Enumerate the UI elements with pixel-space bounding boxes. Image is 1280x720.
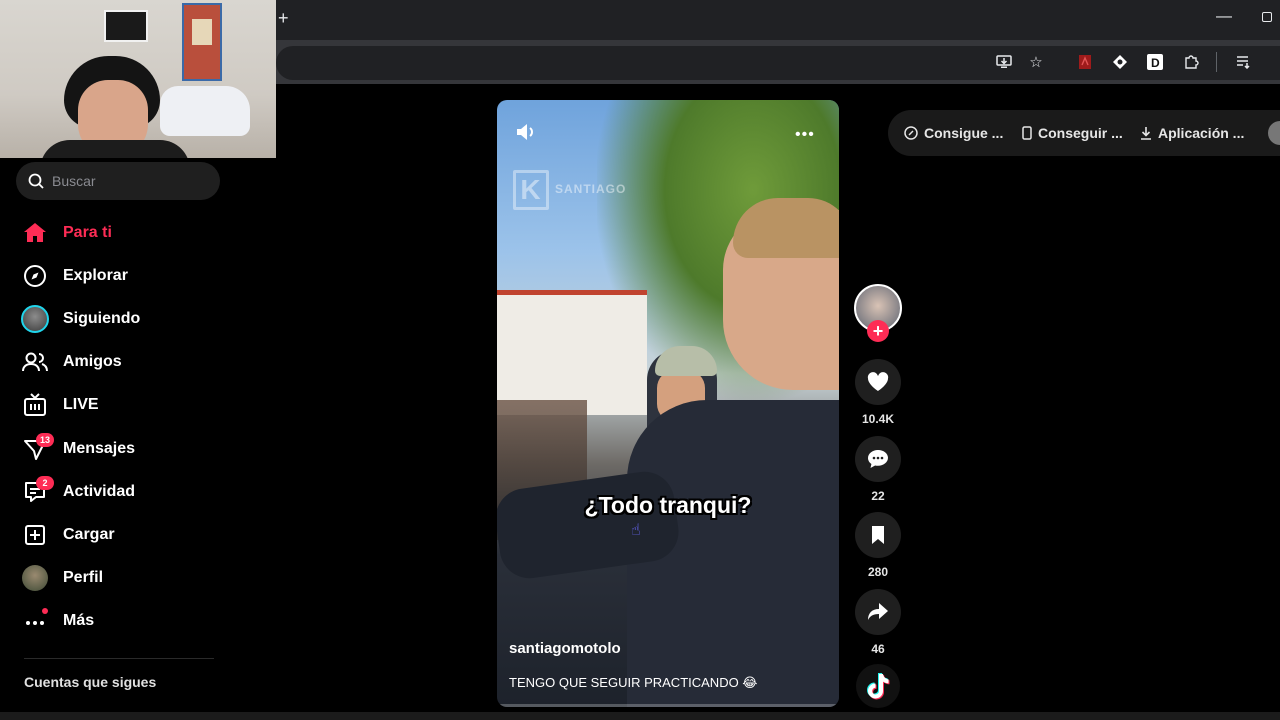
webcam-person-shirt	[40, 140, 190, 158]
hand-cursor-icon: ☝	[631, 522, 641, 539]
sidebar-divider	[24, 658, 214, 659]
video-description: TENGO QUE SEGUIR PRACTICANDO 😂	[509, 675, 758, 690]
sidebar-item-actividad[interactable]: 2 Actividad	[16, 472, 220, 512]
share-arrow-icon	[868, 603, 888, 620]
extensions-puzzle-icon[interactable]	[1181, 52, 1201, 72]
sidebar-item-siguiendo[interactable]: Siguiendo	[16, 299, 220, 339]
minimize-button[interactable]: —	[1216, 8, 1232, 28]
search-icon	[28, 173, 44, 189]
live-tv-icon	[24, 393, 46, 416]
get-coins-link[interactable]: Consigue ...	[904, 110, 1003, 156]
top-actions-bar: Consigue ... Conseguir ... Aplicación ..…	[888, 110, 1280, 156]
sidebar-item-live[interactable]: LIVE	[16, 385, 220, 425]
like-count: 10.4K	[861, 412, 895, 426]
sidebar-item-label: Mensajes	[63, 440, 136, 457]
get-app-link[interactable]: Conseguir ...	[1022, 110, 1123, 156]
sidebar-item-label: Explorar	[63, 267, 128, 284]
phone-icon	[1022, 126, 1032, 140]
video-progress-bar[interactable]	[497, 704, 839, 707]
sidebar-item-amigos[interactable]: Amigos	[16, 342, 220, 382]
comment-icon	[868, 450, 888, 468]
pdf-extension-icon[interactable]	[1075, 52, 1095, 72]
activity-badge: 2	[36, 476, 54, 490]
like-button[interactable]	[855, 359, 901, 405]
webcam-wall-poster	[182, 3, 222, 81]
webcam-overlay	[0, 0, 276, 158]
video-main-person-hair	[733, 198, 839, 258]
music-disc[interactable]	[856, 664, 900, 708]
sidebar-item-label: Más	[63, 612, 95, 629]
desktop-app-link[interactable]: Aplicación ...	[1140, 110, 1244, 156]
more-notification-dot	[42, 608, 48, 614]
reading-list-icon[interactable]	[1234, 52, 1254, 72]
download-icon	[1141, 127, 1151, 140]
coin-icon	[904, 126, 918, 140]
friends-icon	[22, 352, 48, 372]
share-count: 46	[871, 642, 885, 656]
webcam-wall-frame	[104, 10, 148, 42]
more-options-icon[interactable]: •••	[795, 126, 815, 144]
sidebar-item-label: Actividad	[63, 483, 136, 500]
volume-icon[interactable]	[515, 122, 537, 142]
maximize-button[interactable]	[1262, 12, 1272, 22]
sidebar-item-para-ti[interactable]: Para ti	[16, 213, 220, 253]
taskbar-strip	[0, 712, 1280, 720]
profile-avatar-icon	[22, 565, 48, 591]
sidebar-item-mas[interactable]: Más	[16, 601, 220, 641]
search-box[interactable]	[16, 162, 220, 200]
sidebar-item-label: LIVE	[63, 396, 99, 413]
sidebar-item-label: Cargar	[63, 526, 115, 543]
sidebar-item-label: Para ti	[63, 224, 112, 241]
video-building	[497, 295, 647, 415]
video-watermark: K SANTIAGO	[513, 170, 626, 210]
tiktok-logo-icon	[867, 673, 890, 700]
sidebar-item-perfil[interactable]: Perfil	[16, 558, 220, 598]
toolbar-separator	[1216, 52, 1217, 72]
svg-text:D: D	[1151, 56, 1160, 70]
webcam-pillow	[160, 86, 250, 136]
sidebar-item-explorar[interactable]: Explorar	[16, 256, 220, 296]
bookmark-icon	[872, 526, 884, 544]
sidebar-item-cargar[interactable]: Cargar	[16, 515, 220, 555]
sidebar-item-mensajes[interactable]: 13 Mensajes	[16, 429, 220, 469]
home-icon	[24, 223, 46, 242]
video-username[interactable]: santiagomotolo	[509, 640, 621, 657]
bookmark-star-icon[interactable]: ☆	[1026, 52, 1046, 72]
sidebar-item-label: Perfil	[63, 569, 104, 586]
compass-icon	[24, 265, 46, 287]
follow-plus-button[interactable]: +	[867, 320, 889, 342]
following-avatar-icon	[21, 305, 49, 333]
video-caption-overlay: ¿Todo tranqui?	[584, 492, 752, 518]
extension-d-icon[interactable]: D	[1145, 52, 1165, 72]
sidebar-item-label: Siguiendo	[63, 310, 141, 327]
new-tab-button[interactable]: +	[278, 8, 296, 30]
sidebar-item-label: Amigos	[63, 353, 122, 370]
extension-diamond-icon[interactable]	[1110, 52, 1130, 72]
video-player[interactable]: K SANTIAGO ••• ¿Todo tranqui? santiagomot…	[497, 100, 839, 707]
messages-badge: 13	[36, 433, 55, 447]
search-input[interactable]	[52, 162, 212, 200]
install-app-icon[interactable]	[994, 52, 1014, 72]
heart-icon	[867, 372, 889, 391]
comment-count: 22	[871, 489, 885, 503]
save-count: 280	[867, 565, 889, 579]
share-button[interactable]	[855, 589, 901, 635]
save-button[interactable]	[855, 512, 901, 558]
following-accounts-title: Cuentas que sigues	[24, 674, 157, 690]
upload-icon	[25, 525, 45, 545]
user-avatar[interactable]	[1268, 121, 1280, 145]
comment-button[interactable]	[855, 436, 901, 482]
